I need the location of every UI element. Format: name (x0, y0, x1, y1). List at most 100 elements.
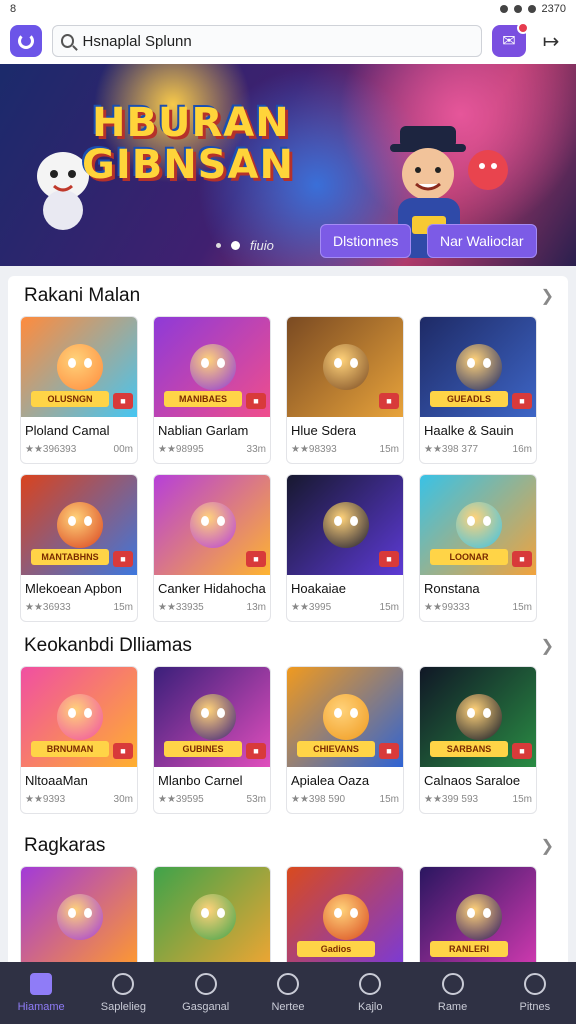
carousel-dot-active[interactable] (231, 241, 240, 250)
game-name: Ploland Camal (25, 423, 110, 438)
chevron-right-icon[interactable]: ❯ (541, 286, 554, 306)
game-size: 00m (113, 444, 133, 455)
game-thumbnail: RANLERI (420, 867, 536, 966)
game-name: Hlue Sdera (291, 423, 357, 438)
home-icon (30, 973, 53, 995)
character-icon (57, 344, 103, 390)
game-rating: ★★36933 (25, 602, 71, 613)
alarm-icon (499, 5, 508, 13)
game-card[interactable]: LOONAR ■ Ronstana ★★99333 15m (419, 474, 537, 622)
rating-badge-icon: ■ (113, 393, 133, 409)
nav-item-search[interactable]: Nertee (247, 962, 329, 1024)
hero-title-line1: HBURAN (92, 100, 290, 146)
nav-item-explore[interactable]: Kajlo (329, 962, 411, 1024)
game-thumbnail: MANIBAES ■ (154, 317, 270, 417)
game-thumbnail: ■ (287, 475, 403, 575)
game-card[interactable]: GUEADLS ■ Haalke & Sauin ★★398 377 16m (419, 316, 537, 464)
nav-item-games[interactable]: Gasganal (165, 962, 247, 1024)
game-logo-text: CHIEVANS (297, 741, 375, 757)
game-card[interactable]: SARBANS ■ Calnaos Saraloe ★★399 593 15m (419, 666, 537, 814)
nav-item-profile[interactable]: Saplelieg (82, 962, 164, 1024)
hero-title-line2: GIBNSAN (82, 142, 294, 188)
game-card[interactable]: MANIBAES ■ Nablian Garlam ★★98995 33m (153, 316, 271, 464)
section-header[interactable]: Keokanbdi Dlliamas ❯ (16, 626, 560, 666)
character-icon (323, 344, 369, 390)
character-icon (456, 344, 502, 390)
game-rating: ★★98393 (291, 444, 337, 455)
rating-badge-icon: ■ (379, 393, 399, 409)
game-card[interactable]: ■ Canker Hidahocha ★★33935 13m (153, 474, 271, 622)
rating-badge-icon: ■ (512, 743, 532, 759)
chat-button[interactable]: ✉ (492, 22, 529, 57)
search-box[interactable] (52, 25, 482, 57)
game-card[interactable]: CHIEVANS ■ Apialea Oaza ★★398 590 15m (286, 666, 404, 814)
status-bar: 8 2370 (0, 0, 576, 18)
hero-secondary-button[interactable]: Nar Walioclar (427, 224, 537, 258)
game-card[interactable]: Gadios (286, 866, 404, 966)
section-header[interactable]: Rakani Malan ❯ (16, 276, 560, 316)
character-icon (190, 502, 236, 548)
game-thumbnail: CHIEVANS ■ (287, 667, 403, 767)
logo-icon (18, 33, 34, 49)
carousel-dot[interactable] (216, 243, 221, 248)
game-card[interactable]: BRNUMAN ■ NltoaaMan ★★9393 30m (20, 666, 138, 814)
notification-badge (517, 22, 529, 34)
game-thumbnail: LOONAR ■ (420, 475, 536, 575)
game-thumbnail: BRNUMAN ■ (21, 667, 137, 767)
game-logo-text: Gadios (297, 941, 375, 957)
nav-item-home[interactable]: Hiamame (0, 962, 82, 1024)
rating-badge-icon: ■ (246, 393, 266, 409)
game-card[interactable]: ■ Hoakaiae ★★3995 15m (286, 474, 404, 622)
nav-label: Hiamame (17, 1001, 65, 1013)
search-icon (276, 973, 299, 995)
search-input[interactable] (82, 32, 473, 50)
game-card[interactable]: RANLERI (419, 866, 537, 966)
game-name: Ronstana (424, 581, 480, 596)
game-size: 13m (246, 602, 266, 613)
game-card[interactable]: OLUSNGN ■ Ploland Camal ★★396393 00m (20, 316, 138, 464)
game-logo-text: MANIBAES (164, 391, 242, 407)
chevron-right-icon[interactable]: ❯ (541, 836, 554, 856)
game-card[interactable]: MANTABHNS ■ Mlekoean Apbon ★★36933 15m (20, 474, 138, 622)
game-thumbnail: ■ (287, 317, 403, 417)
game-name: Mlanbo Carnel (158, 773, 243, 788)
nav-label: Gasganal (182, 1001, 230, 1013)
hero-banner[interactable]: HBURAN GIBNSAN fiuio Dlstionnes Nar Wali… (0, 64, 576, 266)
game-logo-text: SARBANS (430, 741, 508, 757)
rating-badge-icon: ■ (246, 743, 266, 759)
game-size: 15m (379, 794, 399, 805)
character-icon (323, 694, 369, 740)
nav-label: Pitnes (519, 1001, 551, 1013)
game-name: Canker Hidahocha (158, 581, 266, 596)
game-logo-text: OLUSNGN (31, 391, 109, 407)
game-rating: ★★98995 (158, 444, 204, 455)
controller-icon (441, 973, 464, 995)
game-logo-text: LOONAR (430, 549, 508, 565)
section-header[interactable]: Ragkaras ❯ (16, 826, 560, 866)
game-name: Apialea Oaza (291, 773, 370, 788)
game-rating: ★★399 593 (424, 794, 479, 805)
nav-label: Nertee (271, 1001, 305, 1013)
game-card[interactable]: GUBINES ■ Mlanbo Carnel ★★39595 53m (153, 666, 271, 814)
game-card[interactable]: ■ Hlue Sdera ★★98393 15m (286, 316, 404, 464)
game-thumbnail: OLUSNGN ■ (21, 317, 137, 417)
status-icons: 2370 (499, 3, 566, 15)
share-icon[interactable]: ↦ (536, 26, 566, 56)
hero-primary-button[interactable]: Dlstionnes (320, 224, 412, 258)
game-card[interactable] (153, 866, 271, 966)
game-rating: ★★398 377 (424, 444, 479, 455)
person-icon (112, 973, 135, 995)
nav-item-rame[interactable]: Rame (411, 962, 493, 1024)
rating-badge-icon: ■ (113, 743, 133, 759)
main-content: Rakani Malan ❯ OLUSNGN ■ Ploland Camal ★★… (8, 276, 568, 966)
game-thumbnail: ■ (154, 475, 270, 575)
nav-item-find[interactable]: Pitnes (494, 962, 576, 1024)
top-bar: ✉ ↦ (0, 18, 576, 64)
game-size: 53m (246, 794, 266, 805)
game-name: Nablian Garlam (158, 423, 249, 438)
nav-label: Rame (437, 1001, 468, 1013)
game-card[interactable] (20, 866, 138, 966)
app-logo[interactable] (10, 25, 42, 57)
chevron-right-icon[interactable]: ❯ (541, 636, 554, 656)
rating-badge-icon: ■ (246, 551, 266, 567)
